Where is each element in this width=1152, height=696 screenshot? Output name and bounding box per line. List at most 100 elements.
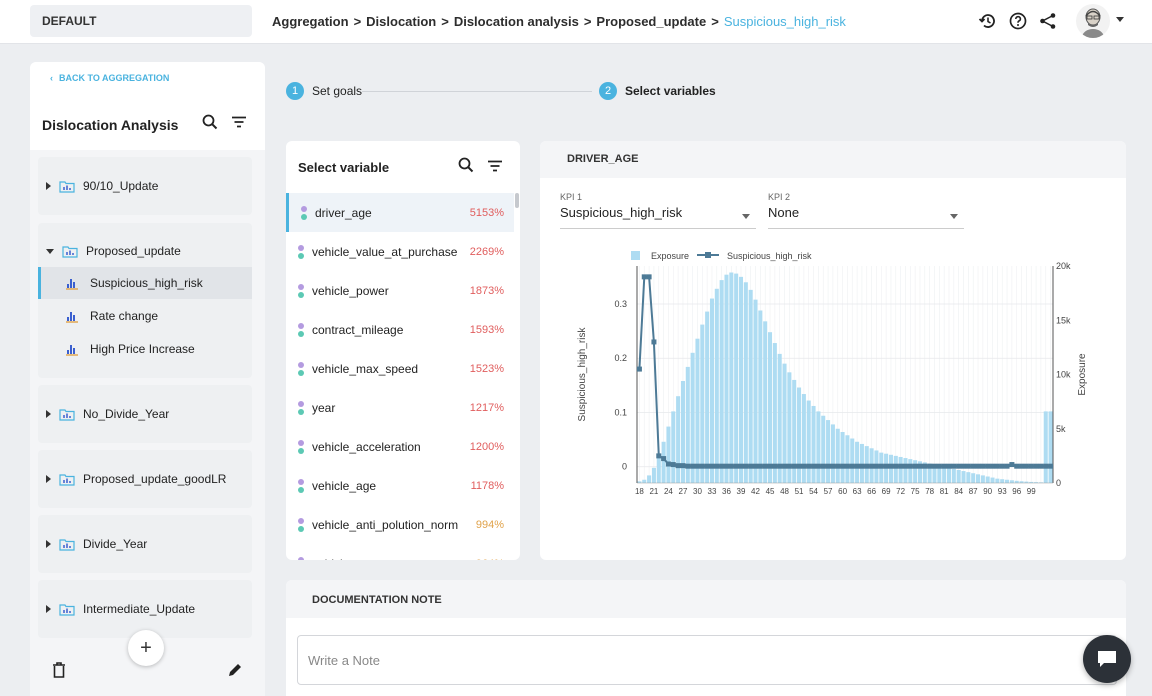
search-icon[interactable] — [458, 157, 474, 176]
breadcrumb-dislocation[interactable]: Dislocation — [366, 14, 436, 29]
expand-icon — [46, 475, 51, 483]
variable-row[interactable]: vehicle_max_speed 1523% — [286, 349, 514, 388]
sidebar-title: Dislocation Analysis — [42, 117, 179, 133]
x-tick-label: 75 — [911, 487, 920, 496]
y2-tick-label: 20k — [1056, 261, 1071, 271]
step-set-goals[interactable]: 1 Set goals — [286, 82, 362, 100]
exposure-bar — [966, 472, 971, 483]
analysis-item-rate-change[interactable]: Rate change — [38, 300, 252, 332]
x-tick-label: 27 — [679, 487, 688, 496]
risk-marker — [999, 463, 1005, 469]
chat-bubble-icon — [1098, 651, 1116, 667]
analysis-item-high-price-increase[interactable]: High Price Increase — [38, 333, 252, 365]
risk-marker — [738, 463, 744, 469]
kpi2-select[interactable]: None — [768, 205, 964, 229]
analysis-item-suspicious-high-risk[interactable]: Suspicious_high_risk — [38, 267, 252, 299]
chevron-down-icon — [742, 214, 750, 219]
risk-marker — [811, 463, 817, 469]
risk-marker — [936, 463, 942, 469]
exposure-bar — [816, 411, 821, 483]
exposure-bar — [656, 455, 661, 483]
group-header[interactable]: Intermediate_Update — [38, 593, 252, 625]
bar-chart-icon — [66, 312, 78, 323]
folder-chart-icon — [59, 539, 75, 551]
folder-chart-icon — [59, 181, 75, 193]
variable-row[interactable]: vehicle_acceleration 1200% — [286, 427, 514, 466]
stepper-connector — [362, 91, 592, 92]
add-button[interactable]: + — [128, 630, 164, 666]
chat-button[interactable] — [1083, 635, 1131, 683]
exposure-bar — [651, 467, 656, 483]
risk-marker — [651, 339, 657, 345]
y-axis-label: Suspicious_high_risk — [577, 327, 588, 422]
variable-row[interactable]: vehicle_age 1178% — [286, 466, 514, 505]
group-header[interactable]: 90/10_Update — [38, 170, 252, 202]
x-tick-label: 78 — [925, 487, 934, 496]
environment-selector[interactable]: DEFAULT — [30, 5, 252, 37]
note-input[interactable] — [297, 635, 1117, 685]
variable-row[interactable]: vehicle_anti_polution_norm 994% — [286, 505, 514, 544]
group-header[interactable]: Divide_Year — [38, 528, 252, 560]
exposure-bar — [724, 274, 729, 483]
share-icon[interactable] — [1036, 9, 1060, 33]
exposure-bar — [855, 441, 860, 483]
variable-row[interactable]: year 1217% — [286, 388, 514, 427]
exposure-bar — [806, 400, 811, 483]
expand-icon — [46, 182, 51, 190]
risk-marker — [951, 463, 957, 469]
filter-icon[interactable] — [231, 116, 247, 131]
variable-row[interactable]: driver_age 5153% — [286, 193, 514, 232]
y-tick-label: 0.3 — [614, 299, 627, 309]
status-dots-icon — [298, 438, 305, 456]
variable-row[interactable]: vehicle_value_at_purchase 2269% — [286, 232, 514, 271]
variable-name: driver_age — [315, 205, 372, 220]
exposure-bar — [1009, 480, 1014, 483]
step-select-variables[interactable]: 2 Select variables — [599, 82, 716, 100]
exposure-bar — [913, 460, 918, 483]
exposure-bar — [729, 272, 734, 483]
status-dots-icon — [298, 360, 305, 378]
variable-row[interactable]: contract_mileage 1593% — [286, 310, 514, 349]
help-icon[interactable] — [1006, 9, 1030, 33]
avatar[interactable] — [1076, 4, 1110, 38]
sidebar-header: ‹ BACK TO AGGREGATION Dislocation Analysi… — [30, 62, 265, 150]
variable-impact: 1523% — [469, 362, 504, 375]
risk-marker — [772, 463, 778, 469]
risk-marker — [844, 463, 850, 469]
variable-row[interactable]: vehicle_power 1873% — [286, 271, 514, 310]
risk-marker — [636, 366, 642, 372]
expand-icon — [46, 410, 51, 418]
filter-icon[interactable] — [487, 160, 503, 175]
risk-marker — [922, 463, 928, 469]
analysis-group: 90/10_Update — [38, 157, 252, 215]
group-header[interactable]: Proposed_update_goodLR — [38, 463, 252, 495]
risk-marker — [961, 463, 967, 469]
variable-row[interactable]: vehicle_compo... 964% — [286, 544, 514, 560]
risk-marker — [1004, 463, 1010, 469]
risk-marker — [777, 463, 783, 469]
back-to-aggregation-link[interactable]: ‹ BACK TO AGGREGATION — [50, 73, 169, 83]
y-tick-label: 0 — [622, 462, 627, 472]
group-header[interactable]: No_Divide_Year — [38, 398, 252, 430]
search-icon[interactable] — [202, 114, 218, 133]
trash-icon[interactable] — [52, 662, 66, 681]
breadcrumb-dislocation-analysis[interactable]: Dislocation analysis — [454, 14, 579, 29]
exposure-bar — [835, 428, 840, 483]
variable-panel-title: Select variable — [298, 160, 390, 175]
pencil-icon[interactable] — [227, 662, 243, 681]
breadcrumb-proposed-update[interactable]: Proposed_update — [596, 14, 706, 29]
top-bar: DEFAULT Aggregation > Dislocation > Dislocat… — [0, 0, 1152, 44]
risk-marker — [970, 463, 976, 469]
chevron-down-icon[interactable] — [1116, 17, 1124, 22]
history-icon[interactable] — [976, 9, 1000, 33]
group-header[interactable]: Proposed_update — [38, 235, 252, 267]
variable-name: contract_mileage — [312, 322, 404, 337]
kpi1-select[interactable]: Suspicious_high_risk — [560, 205, 756, 229]
breadcrumb-aggregation[interactable]: Aggregation — [272, 14, 349, 29]
folder-chart-icon — [62, 246, 78, 258]
exposure-bar — [753, 299, 758, 483]
exposure-bar — [676, 396, 681, 483]
scrollbar[interactable] — [515, 193, 519, 208]
y2-axis-label: Exposure — [1077, 353, 1088, 396]
exposure-bar — [772, 343, 777, 483]
